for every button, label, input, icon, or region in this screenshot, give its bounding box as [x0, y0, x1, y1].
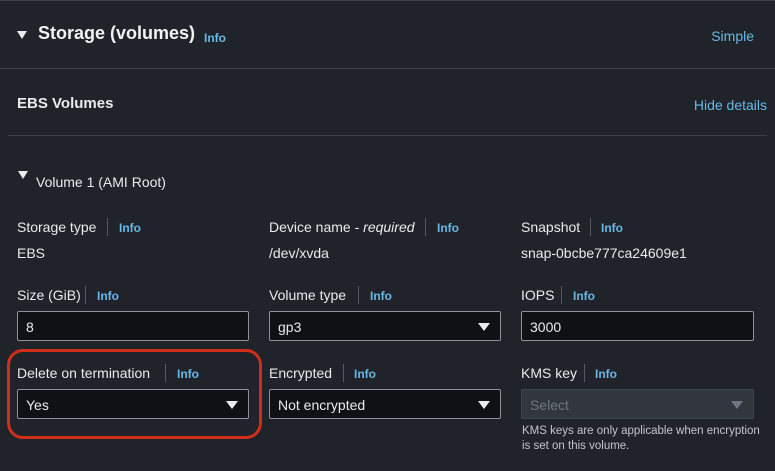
size-input[interactable]: 8 — [17, 311, 249, 341]
volume-type-selected: gp3 — [278, 319, 302, 335]
storage-panel: Storage (volumes) Info Simple EBS Volume… — [0, 0, 775, 471]
snapshot-info-link[interactable]: Info — [601, 221, 623, 235]
delete-on-termination-select[interactable]: Yes — [17, 389, 249, 419]
storage-title: Storage (volumes) — [38, 23, 196, 43]
storage-section-header[interactable]: Storage (volumes) Info Simple — [0, 1, 775, 69]
iops-label: IOPS — [521, 287, 554, 303]
size-input-value: 8 — [26, 319, 34, 335]
delete-on-termination-info-link[interactable]: Info — [177, 367, 199, 381]
divider — [165, 364, 166, 382]
divider — [358, 286, 359, 304]
kms-key-placeholder: Select — [530, 397, 569, 413]
storage-type-value: EBS — [17, 245, 46, 261]
encrypted-select[interactable]: Not encrypted — [269, 389, 501, 419]
volume-type-select[interactable]: gp3 — [269, 311, 501, 341]
kms-key-help-text: KMS keys are only applicable when encryp… — [522, 425, 760, 452]
divider — [590, 218, 591, 236]
encrypted-selected: Not encrypted — [278, 397, 366, 413]
encrypted-label: Encrypted — [269, 365, 332, 381]
device-name-info-link[interactable]: Info — [437, 221, 459, 235]
kms-key-select: Select — [521, 389, 754, 419]
kms-key-info-link[interactable]: Info — [595, 367, 617, 381]
caret-down-icon[interactable] — [17, 31, 27, 39]
dropdown-arrow-icon — [226, 401, 238, 409]
device-name-value: /dev/xvda — [269, 245, 329, 261]
ebs-volumes-header: EBS Volumes Hide details — [8, 69, 767, 136]
divider — [343, 364, 344, 382]
snapshot-label: Snapshot — [521, 219, 580, 235]
divider — [425, 218, 426, 236]
hide-details-link[interactable]: Hide details — [694, 97, 767, 113]
volume-type-label-text: Volume type — [269, 287, 347, 303]
size-label: Size (GiB) — [17, 287, 81, 303]
simple-mode-link[interactable]: Simple — [711, 28, 754, 44]
divider — [584, 364, 585, 382]
delete-on-termination-selected: Yes — [26, 397, 49, 413]
dropdown-arrow-icon — [478, 401, 490, 409]
volume-title[interactable]: Volume 1 (AMI Root) — [36, 174, 166, 190]
delete-on-termination-label: Delete on termination — [17, 365, 150, 381]
storage-type-label: Storage type — [17, 219, 96, 235]
ebs-volumes-title: EBS Volumes — [17, 95, 114, 112]
storage-type-label-text: Storage type — [17, 219, 97, 235]
snapshot-label-text: Snapshot — [521, 219, 581, 235]
snapshot-value: snap-0bcbe777ca24609e1 — [521, 245, 687, 261]
divider — [561, 286, 562, 304]
encrypted-label-text: Encrypted — [269, 365, 333, 381]
size-label-text: Size (GiB) — [17, 287, 81, 303]
storage-info-link[interactable]: Info — [204, 31, 226, 45]
device-name-label: Device name - required — [269, 219, 415, 235]
dropdown-arrow-icon — [731, 401, 743, 409]
storage-type-info-link[interactable]: Info — [119, 221, 141, 235]
divider — [107, 218, 108, 236]
required-marker: required — [363, 219, 415, 235]
device-name-label-text: Device name - — [269, 219, 364, 235]
iops-input[interactable]: 3000 — [521, 311, 754, 341]
iops-label-text: IOPS — [521, 287, 555, 303]
kms-key-label: KMS key — [521, 365, 577, 381]
delete-on-termination-label-text: Delete on termination — [17, 365, 151, 381]
dropdown-arrow-icon — [478, 323, 490, 331]
iops-input-value: 3000 — [530, 319, 562, 335]
divider — [85, 286, 86, 304]
kms-key-label-text: KMS key — [521, 365, 578, 381]
encrypted-info-link[interactable]: Info — [354, 367, 376, 381]
volume-type-label: Volume type — [269, 287, 346, 303]
iops-info-link[interactable]: Info — [573, 289, 595, 303]
volume-type-info-link[interactable]: Info — [370, 289, 392, 303]
size-info-link[interactable]: Info — [97, 289, 119, 303]
caret-down-icon[interactable] — [18, 171, 28, 179]
